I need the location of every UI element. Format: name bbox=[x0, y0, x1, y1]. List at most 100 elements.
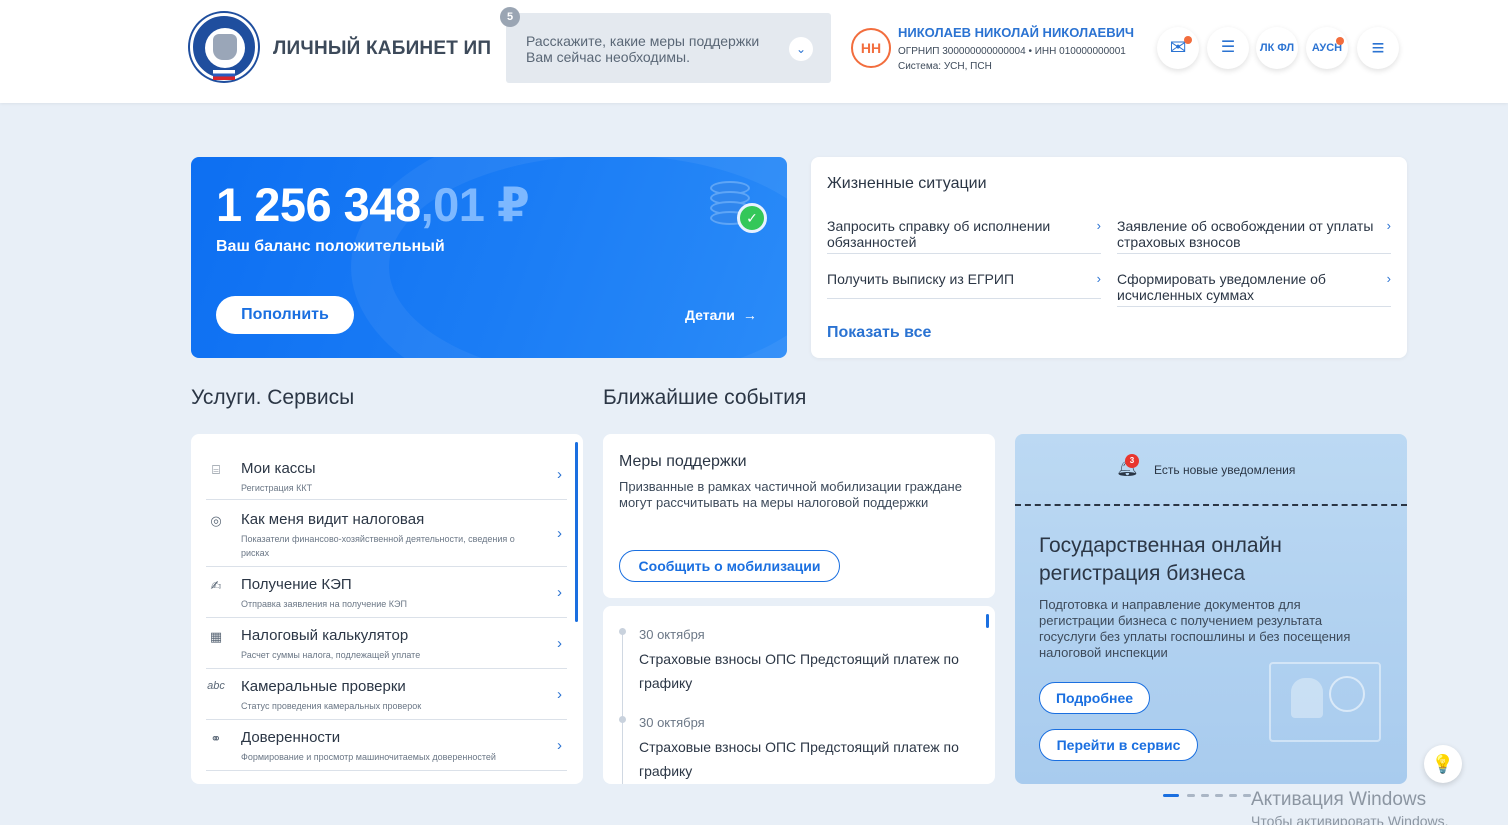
chevron-right-icon: › bbox=[557, 466, 562, 483]
service-item[interactable]: ▦ Налоговый калькулятор Расчет суммы нал… bbox=[206, 627, 567, 669]
service-subtitle: Отправка заявления на получение КЭП bbox=[241, 599, 407, 609]
carousel-dot[interactable] bbox=[1187, 794, 1195, 797]
chevron-right-icon: › bbox=[557, 635, 562, 652]
life-item[interactable]: Заявление об освобождении от уплаты стра… bbox=[1117, 218, 1391, 254]
chevron-right-icon: › bbox=[1386, 218, 1391, 233]
service-subtitle: Формирование и просмотр машиночитаемых д… bbox=[241, 752, 496, 762]
carousel-dot[interactable] bbox=[1229, 794, 1237, 797]
balance-amount: 1 256 348,01 ₽ bbox=[216, 177, 530, 233]
scrollbar[interactable] bbox=[986, 614, 989, 628]
abc-check-icon: abc bbox=[207, 680, 225, 692]
notification-count-badge: 3 bbox=[1125, 454, 1139, 468]
life-item[interactable]: Запросить справку об исполнении обязанно… bbox=[827, 218, 1101, 254]
service-item[interactable]: abc Камеральные проверки Статус проведен… bbox=[206, 678, 567, 720]
timeline-line bbox=[622, 628, 623, 784]
kkt-icon: ⌸ bbox=[212, 462, 220, 477]
ausn-dot bbox=[1336, 37, 1344, 45]
service-subtitle: Регистрация ККТ bbox=[241, 483, 313, 493]
chevron-right-icon: › bbox=[1096, 218, 1101, 233]
carousel-dot-active[interactable] bbox=[1163, 794, 1179, 797]
chevron-down-icon[interactable]: ⌄ bbox=[789, 37, 813, 61]
events-title: Ближайшие события bbox=[603, 386, 807, 409]
carousel-dot[interactable] bbox=[1215, 794, 1223, 797]
support-count-badge: 5 bbox=[500, 7, 520, 27]
support-survey-text: Расскажите, какие меры поддержки Вам сей… bbox=[526, 33, 760, 65]
life-item[interactable]: Сформировать уведомление об исчисленных … bbox=[1117, 271, 1391, 307]
life-item-label: Сформировать уведомление об исчисленных … bbox=[1117, 271, 1326, 303]
chevron-right-icon: › bbox=[557, 525, 562, 542]
calculator-icon: ▦ bbox=[209, 629, 223, 644]
user-tax-system: Система: УСН, ПСН bbox=[898, 61, 992, 72]
chevron-right-icon: › bbox=[1386, 271, 1391, 286]
timeline-dot bbox=[619, 716, 626, 723]
coins-icon: ✓ bbox=[710, 181, 767, 233]
support-survey[interactable]: 5 Расскажите, какие меры поддержки Вам с… bbox=[500, 7, 831, 83]
support-measures-text: Призванные в рамках частичной мобилизаци… bbox=[619, 479, 962, 510]
chat-icon: ☰ bbox=[1220, 39, 1236, 56]
service-item[interactable]: ⌸ Мои кассы Регистрация ККТ › bbox=[206, 460, 567, 500]
menu-button[interactable]: ≡ bbox=[1357, 27, 1399, 69]
details-link[interactable]: Детали → bbox=[685, 307, 757, 323]
service-title: Доверенности bbox=[241, 729, 341, 746]
support-measures-card: Меры поддержки Призванные в рамках части… bbox=[603, 434, 995, 598]
service-item[interactable]: ✍ Получение КЭП Отправка заявления на по… bbox=[206, 576, 567, 618]
eagle-icon bbox=[213, 34, 237, 60]
events-list: 30 октября Страховые взносы ОПС Предстоя… bbox=[603, 606, 995, 784]
services-list: ⌸ Мои кассы Регистрация ККТ › ◎ Как меня… bbox=[191, 434, 583, 784]
windows-activation-subtext: Чтобы активировать Windows, перейдите... bbox=[1251, 813, 1449, 825]
support-measures-title: Меры поддержки bbox=[619, 453, 747, 470]
scrollbar[interactable] bbox=[575, 442, 578, 622]
fns-logo[interactable] bbox=[190, 13, 258, 81]
header: ЛИЧНЫЙ КАБИНЕТ ИП 5 Расскажите, какие ме… bbox=[0, 0, 1508, 103]
event-date: 30 октября bbox=[639, 627, 705, 642]
avatar[interactable]: НН bbox=[851, 28, 891, 68]
service-title: Камеральные проверки bbox=[241, 678, 406, 695]
promo-title: Государственная онлайн регистрация бизне… bbox=[1039, 534, 1282, 585]
service-title: Налоговый калькулятор bbox=[241, 627, 409, 644]
balance-fraction: ,01 ₽ bbox=[420, 178, 530, 231]
flag-icon bbox=[213, 70, 235, 80]
windows-activation-watermark: Активация Windows bbox=[1251, 789, 1427, 810]
balance-integer: 1 256 348 bbox=[216, 178, 421, 231]
menu-icon: ≡ bbox=[1371, 35, 1385, 60]
signature-icon: ✍ bbox=[210, 578, 222, 593]
user-ogrn-inn: ОГРНИП 300000000000004 • ИНН 01000000000… bbox=[898, 46, 1126, 57]
more-button[interactable]: Подробнее bbox=[1039, 682, 1150, 714]
life-situations-title: Жизненные ситуации bbox=[827, 175, 987, 192]
carousel-dot[interactable] bbox=[1243, 794, 1251, 797]
unread-dot bbox=[1184, 36, 1192, 44]
arrow-right-icon: → bbox=[742, 307, 757, 323]
stamp-icon bbox=[1291, 678, 1323, 718]
carousel-dot[interactable] bbox=[1201, 794, 1209, 797]
mail-button[interactable]: ✉ bbox=[1157, 27, 1199, 69]
ausn-button[interactable]: АУСН bbox=[1306, 27, 1348, 69]
show-all-link[interactable]: Показать все bbox=[827, 324, 931, 342]
notifications-bar[interactable]: 🔔︎ 3 Есть новые уведомления bbox=[1015, 434, 1407, 506]
brand-title[interactable]: ЛИЧНЫЙ КАБИНЕТ ИП bbox=[273, 38, 491, 60]
lk-fl-button[interactable]: ЛК ФЛ bbox=[1256, 27, 1298, 69]
chevron-right-icon: › bbox=[1096, 271, 1101, 286]
life-item-label: Заявление об освобождении от уплаты стра… bbox=[1117, 218, 1374, 250]
service-title: Получение КЭП bbox=[241, 576, 352, 593]
go-to-service-button[interactable]: Перейти в сервис bbox=[1039, 729, 1198, 761]
life-item-label: Запросить справку об исполнении обязанно… bbox=[827, 218, 1051, 250]
handshake-icon: ⚭ bbox=[210, 731, 222, 746]
life-situations-card: Жизненные ситуации Запросить справку об … bbox=[811, 157, 1407, 358]
life-item[interactable]: Получить выписку из ЕГРИП › bbox=[827, 271, 1101, 299]
report-mobilization-button[interactable]: Сообщить о мобилизации bbox=[619, 550, 840, 582]
service-title: Мои кассы bbox=[241, 460, 316, 477]
user-name[interactable]: НИКОЛАЕВ НИКОЛАЙ НИКОЛАЕВИЧ bbox=[898, 25, 1134, 40]
event-text[interactable]: Страховые взносы ОПС Предстоящий платеж … bbox=[639, 735, 984, 783]
check-icon: ✓ bbox=[737, 203, 767, 233]
event-text[interactable]: Страховые взносы ОПС Предстоящий платеж … bbox=[639, 647, 984, 695]
lightbulb-icon[interactable]: 💡 bbox=[1424, 745, 1462, 783]
topup-button[interactable]: Пополнить bbox=[216, 296, 354, 334]
chevron-right-icon: › bbox=[557, 737, 562, 754]
service-item[interactable]: ⚭ Доверенности Формирование и просмотр м… bbox=[206, 729, 567, 771]
chevron-right-icon: › bbox=[557, 584, 562, 601]
chat-button[interactable]: ☰ bbox=[1207, 27, 1249, 69]
service-subtitle: Показатели финансово-хозяйственной деяте… bbox=[241, 534, 515, 558]
service-item[interactable]: ◎ Как меня видит налоговая Показатели фи… bbox=[206, 511, 567, 567]
laptop-illustration bbox=[1269, 662, 1381, 742]
notifications-text: Есть новые уведомления bbox=[1154, 463, 1296, 477]
